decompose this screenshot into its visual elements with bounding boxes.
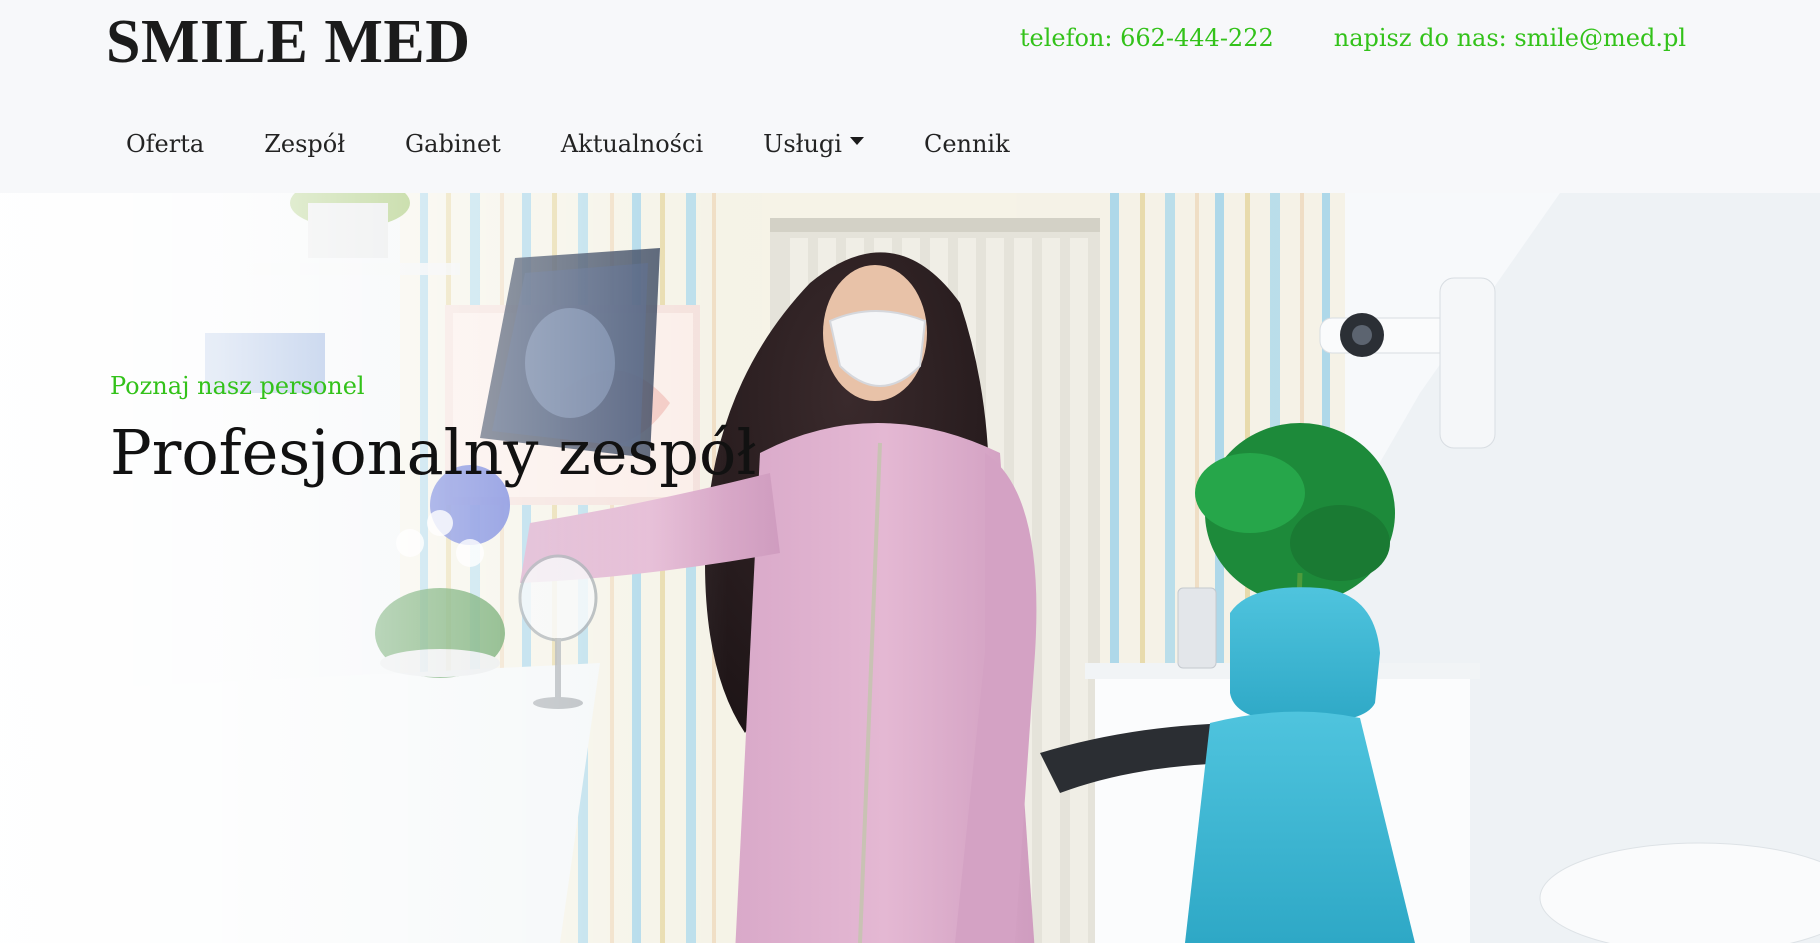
caret-down-icon [849, 137, 864, 145]
hero-title: Profesjonalny zespół [110, 416, 757, 489]
contact-info: telefon: 662-444-222 napisz do nas: smil… [1020, 24, 1686, 52]
nav-item-oferta[interactable]: Oferta [106, 130, 224, 158]
main-nav: Oferta Zespół Gabinet Aktualności Usługi… [106, 124, 1050, 164]
nav-item-label: Zespół [264, 130, 345, 158]
phone-link[interactable]: telefon: 662-444-222 [1020, 24, 1274, 52]
nav-item-gabinet[interactable]: Gabinet [385, 130, 521, 158]
site-header: SMILE MED telefon: 662-444-222 napisz do… [0, 0, 1820, 193]
email-link[interactable]: napisz do nas: smile@med.pl [1334, 24, 1686, 52]
nav-item-aktualnosci[interactable]: Aktualności [541, 130, 723, 158]
nav-item-label: Oferta [126, 130, 205, 158]
nav-item-label: Cennik [923, 130, 1010, 158]
hero-section: Poznaj nasz personel Profesjonalny zespó… [0, 193, 1820, 943]
nav-item-uslugi-dropdown[interactable]: Usługi [743, 130, 884, 158]
page: SMILE MED telefon: 662-444-222 napisz do… [0, 0, 1820, 943]
nav-item-label: Aktualności [560, 130, 704, 158]
hero-image [0, 193, 1820, 943]
nav-item-label: Usługi [763, 130, 842, 158]
nav-item-zespol[interactable]: Zespół [244, 130, 365, 158]
hero-eyebrow: Poznaj nasz personel [110, 372, 365, 400]
brand-logo[interactable]: SMILE MED [106, 4, 470, 80]
nav-item-cennik[interactable]: Cennik [904, 130, 1030, 158]
nav-item-label: Gabinet [404, 130, 501, 158]
